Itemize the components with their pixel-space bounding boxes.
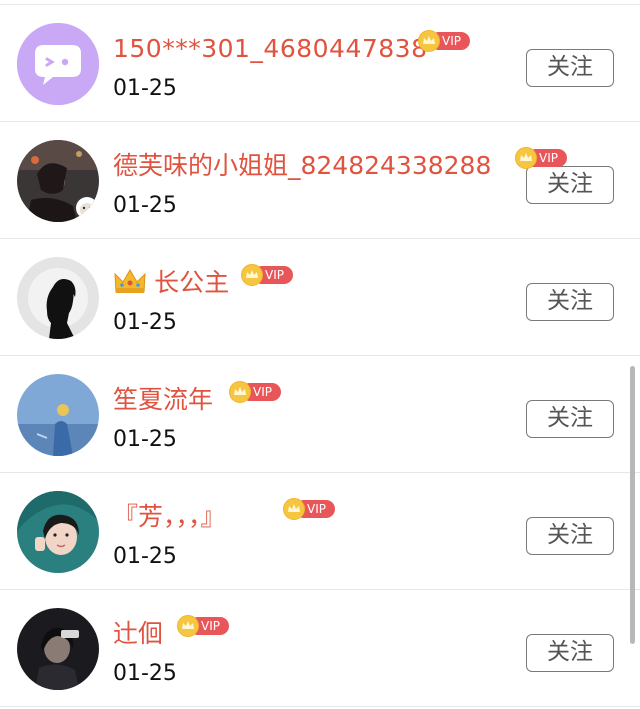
user-name[interactable]: 笙夏流年 [113,380,213,420]
follow-date: 01-25 [113,661,177,686]
name-line: 150***301_4680447838 [113,29,428,69]
vip-badge: VIP [229,381,283,403]
vip-crown-icon [177,615,199,637]
follow-button[interactable]: 关注 [526,49,614,87]
vip-crown-icon [283,498,305,520]
vip-badge: VIP [241,264,295,286]
vip-label: VIP [539,151,558,165]
scrollbar[interactable] [630,366,635,644]
follow-date: 01-25 [113,544,177,569]
vip-badge: VIP [418,30,472,52]
vip-label: VIP [253,385,272,399]
follow-list: 150***301_4680447838 VIP 01-25 关注 德芙味的小姐… [0,0,640,709]
vip-crown-icon [515,147,537,169]
follow-button[interactable]: 关注 [526,283,614,321]
name-line: 笙夏流年 [113,380,213,420]
avatar[interactable] [17,374,99,456]
follow-button[interactable]: 关注 [526,517,614,555]
vip-label: VIP [265,268,284,282]
chat-bubble-wink-icon [17,23,99,105]
photo-avatar [17,374,99,456]
user-name[interactable]: 『芳，，，』 [113,497,226,537]
name-line: 长公主 [113,263,229,303]
list-item[interactable]: 『芳，，，』 VIP 01-25 关注 [0,473,640,590]
list-item[interactable]: 笙夏流年 VIP 01-25 关注 [0,356,640,473]
vip-label: VIP [307,502,326,516]
avatar[interactable] [17,140,99,222]
photo-avatar [17,608,99,690]
avatar[interactable] [17,23,99,105]
follow-button[interactable]: 关注 [526,634,614,672]
list-item[interactable]: 德芙味的小姐姐_824824338288 VIP 01-25 关注 [0,122,640,239]
follow-date: 01-25 [113,310,177,335]
vip-badge: VIP [515,147,569,169]
avatar[interactable] [17,608,99,690]
crown-icon [113,266,147,300]
photo-avatar [17,491,99,573]
name-line: 辻佪 [113,614,163,654]
avatar[interactable] [17,491,99,573]
vip-badge: VIP [283,498,337,520]
vip-label: VIP [201,619,220,633]
list-item[interactable]: 150***301_4680447838 VIP 01-25 关注 [0,5,640,122]
user-name[interactable]: 德芙味的小姐姐_824824338288 [113,146,491,186]
vip-crown-icon [229,381,251,403]
follow-date: 01-25 [113,427,177,452]
follow-button[interactable]: 关注 [526,166,614,204]
user-name[interactable]: 150***301_4680447838 [113,29,428,69]
follow-date: 01-25 [113,76,177,101]
avatar[interactable] [17,257,99,339]
vip-label: VIP [442,34,461,48]
silhouette-avatar [17,257,99,339]
follow-date: 01-25 [113,193,177,218]
user-name[interactable]: 辻佪 [113,614,163,654]
list-item[interactable]: 长公主 VIP 01-25 关注 [0,239,640,356]
follow-button[interactable]: 关注 [526,400,614,438]
list-item[interactable]: 辻佪 VIP 01-25 关注 [0,590,640,707]
user-name[interactable]: 长公主 [154,263,229,303]
vip-badge: VIP [177,615,231,637]
vip-crown-icon [418,30,440,52]
name-line: 德芙味的小姐姐_824824338288 [113,146,491,186]
name-line: 『芳，，，』 [113,497,226,537]
photo-avatar [17,140,99,222]
vip-crown-icon [241,264,263,286]
